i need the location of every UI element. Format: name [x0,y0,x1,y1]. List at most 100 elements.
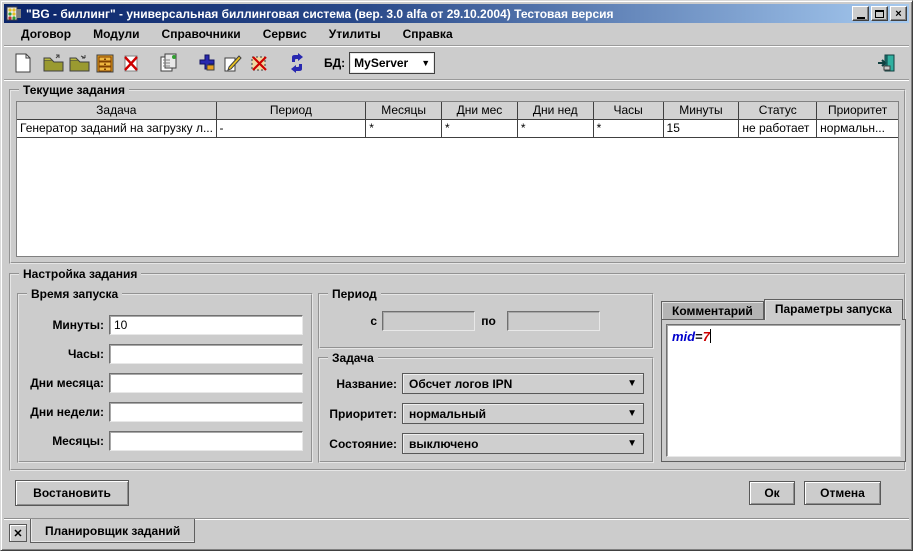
cell-priority[interactable]: нормальн... [817,120,898,138]
chevron-down-icon: ▼ [627,438,637,449]
month-days-input[interactable] [109,373,303,393]
open-folder-alt-icon [69,54,90,72]
task-group: Задача Название: Обсчет логов IPN ▼ Прио… [318,357,654,463]
task-state-value: выключено [409,437,478,451]
maximize-button[interactable] [871,6,888,21]
minimize-icon [857,17,865,19]
menu-spravka[interactable]: Справка [392,24,464,44]
delete-item-button[interactable] [246,50,272,76]
cell-months[interactable]: * [366,120,442,138]
menu-utility[interactable]: Утилиты [318,24,392,44]
task-priority-label: Приоритет: [320,407,402,421]
exit-button[interactable] [873,50,899,76]
delete-document-icon [122,54,141,73]
tab-row: Комментарий Параметры запуска [661,299,906,320]
minutes-input[interactable] [109,315,303,335]
minimize-button[interactable] [852,6,869,21]
col-header-weekdays[interactable]: Дни нед [518,102,594,120]
col-header-monthdays[interactable]: Дни мес [442,102,518,120]
close-tab-button[interactable]: ✕ [9,524,27,542]
months-label: Месяцы: [19,434,109,448]
hours-input[interactable] [109,344,303,364]
open-folder-icon [43,54,64,72]
cell-task[interactable]: Генератор заданий на загрузку л... [17,120,217,138]
current-tasks-title: Текущие задания [19,83,129,97]
cell-status[interactable]: не работает [739,120,817,138]
copy-icon [159,53,179,73]
col-header-task[interactable]: Задача [17,102,217,120]
ok-button[interactable]: Ок [749,481,795,505]
new-document-icon [14,53,32,73]
task-settings-title: Настройка задания [19,267,141,281]
add-item-button[interactable] [194,50,220,76]
task-state-select[interactable]: выключено ▼ [402,433,644,454]
start-time-title: Время запуска [27,287,122,301]
period-to-input[interactable] [507,311,600,331]
add-item-icon [197,53,217,73]
app-icon [6,6,22,21]
current-tasks-group: Текущие задания Задача Период Месяцы Дни… [9,89,906,264]
new-document-button[interactable] [10,50,36,76]
tasks-table: Задача Период Месяцы Дни мес Дни нед Час… [16,101,899,257]
edit-item-button[interactable] [220,50,246,76]
restore-button[interactable]: Востановить [15,480,129,506]
col-header-period[interactable]: Период [217,102,367,120]
task-name-select[interactable]: Обсчет логов IPN ▼ [402,373,644,394]
toolbar: БД: MyServer ▼ [4,47,909,80]
task-priority-value: нормальный [409,407,486,421]
run-params-editor[interactable]: mid=7 [666,324,901,457]
col-header-minutes[interactable]: Минуты [664,102,740,120]
week-days-label: Дни недели: [19,405,109,419]
drawers-button[interactable] [92,50,118,76]
window-title: "BG - биллинг" - универсальная биллингов… [26,7,848,21]
delete-item-icon [249,53,269,73]
db-select[interactable]: MyServer ▼ [349,52,435,74]
titlebar[interactable]: "BG - биллинг" - универсальная биллингов… [4,4,909,23]
cell-hours[interactable]: * [594,120,664,138]
exit-icon [876,53,896,73]
task-priority-select[interactable]: нормальный ▼ [402,403,644,424]
table-row[interactable]: Генератор заданий на загрузку л... - * *… [17,120,898,138]
task-name-label: Название: [320,377,402,391]
editor-token-equals: = [695,329,703,344]
menu-servis[interactable]: Сервис [252,24,318,44]
months-input[interactable] [109,431,303,451]
hours-label: Часы: [19,347,109,361]
col-header-hours[interactable]: Часы [594,102,664,120]
task-state-label: Состояние: [320,437,402,451]
start-time-group: Время запуска Минуты: Часы: Дни месяца: … [17,293,313,463]
period-title: Период [328,287,381,301]
open-alt-button[interactable] [66,50,92,76]
menu-spravochniki[interactable]: Справочники [151,24,252,44]
menu-moduli[interactable]: Модули [82,24,150,44]
chevron-down-icon: ▼ [627,378,637,389]
drawers-icon [96,54,114,73]
col-header-priority[interactable]: Приоритет [817,102,898,120]
open-button[interactable] [40,50,66,76]
cancel-button[interactable]: Отмена [804,481,881,505]
delete-document-button[interactable] [118,50,144,76]
tab-run-params[interactable]: Параметры запуска [764,299,903,320]
close-button[interactable]: × [890,6,907,21]
period-from-label: с [320,314,382,328]
cell-minutes[interactable]: 15 [664,120,740,138]
tab-comment[interactable]: Комментарий [661,301,764,320]
db-select-value: MyServer [354,56,408,70]
task-settings-group: Настройка задания Время запуска Минуты: … [9,273,906,471]
refresh-icon [289,53,305,73]
cell-monthdays[interactable]: * [442,120,518,138]
week-days-input[interactable] [109,402,303,422]
tab-scheduler[interactable]: Планировщик заданий [30,519,195,543]
col-header-months[interactable]: Месяцы [366,102,442,120]
cell-period[interactable]: - [217,120,367,138]
period-group: Период с по [318,293,654,349]
menu-dogovor[interactable]: Договор [10,24,82,44]
period-from-input[interactable] [382,311,475,331]
close-icon: ✕ [13,527,22,540]
refresh-button[interactable] [284,50,310,76]
cell-weekdays[interactable]: * [518,120,594,138]
col-header-status[interactable]: Статус [739,102,817,120]
bottom-tabbar: ✕ Планировщик заданий [4,518,909,547]
close-icon: × [895,9,901,19]
copy-button[interactable] [156,50,182,76]
